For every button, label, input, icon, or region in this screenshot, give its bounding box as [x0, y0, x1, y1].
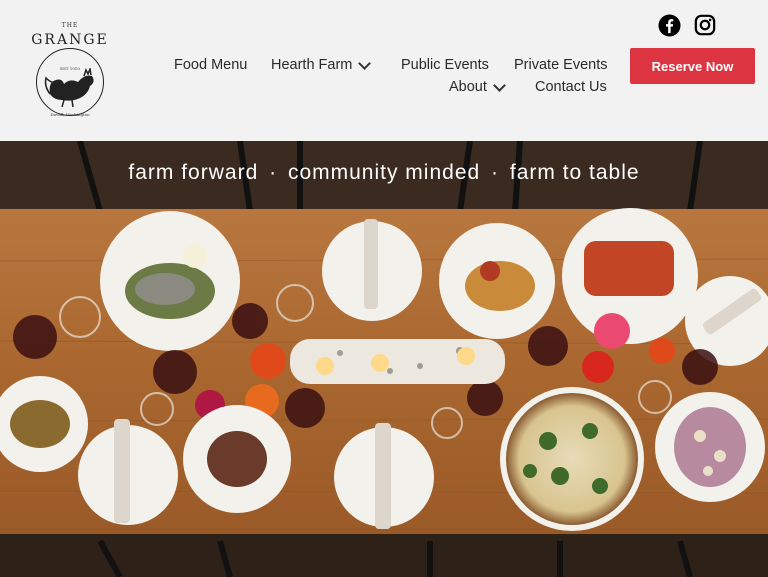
chevron-down-icon — [493, 78, 506, 92]
grange-logo[interactable]: THE GRANGE EST 1910 Duvall, Washington — [30, 20, 110, 120]
nav-hearth-farm-label: Hearth Farm — [271, 57, 353, 73]
hero-tagline: farm forward · community minded · farm t… — [0, 161, 768, 185]
nav-contact-us-label: Contact Us — [535, 79, 607, 95]
tagline-community-minded: community minded — [287, 161, 481, 184]
instagram-icon[interactable] — [694, 14, 716, 36]
tagline-farm-forward: farm forward — [128, 161, 259, 184]
facebook-icon[interactable] — [658, 14, 681, 37]
nav-hearth-farm[interactable]: Hearth Farm — [271, 56, 372, 73]
site-header: THE GRANGE EST 1910 Duvall, Washington F… — [0, 0, 768, 141]
reserve-now-button[interactable]: Reserve Now — [630, 48, 755, 84]
logo-name: GRANGE — [31, 32, 109, 48]
hero-banner: farm forward · community minded · farm t… — [0, 141, 768, 577]
nav-public-events-label: Public Events — [401, 57, 489, 73]
hero-table-image — [0, 141, 768, 577]
tagline-farm-to-table: farm to table — [509, 161, 640, 184]
nav-private-events-label: Private Events — [514, 57, 608, 73]
chevron-down-icon — [358, 56, 372, 70]
tagline-separator: · — [269, 161, 278, 184]
nav-public-events[interactable]: Public Events — [401, 57, 489, 73]
logo-location: Duvall, Washington — [50, 112, 90, 117]
nav-contact-us[interactable]: Contact Us — [535, 79, 607, 95]
nav-food-menu[interactable]: Food Menu — [174, 57, 247, 73]
nav-about-label: About — [449, 79, 487, 95]
tagline-separator: · — [491, 161, 500, 184]
logo-the: THE — [61, 22, 79, 29]
rooster-icon — [44, 68, 94, 108]
nav-about[interactable]: About — [449, 78, 506, 95]
nav-food-menu-label: Food Menu — [174, 57, 248, 73]
nav-private-events[interactable]: Private Events — [514, 57, 608, 73]
